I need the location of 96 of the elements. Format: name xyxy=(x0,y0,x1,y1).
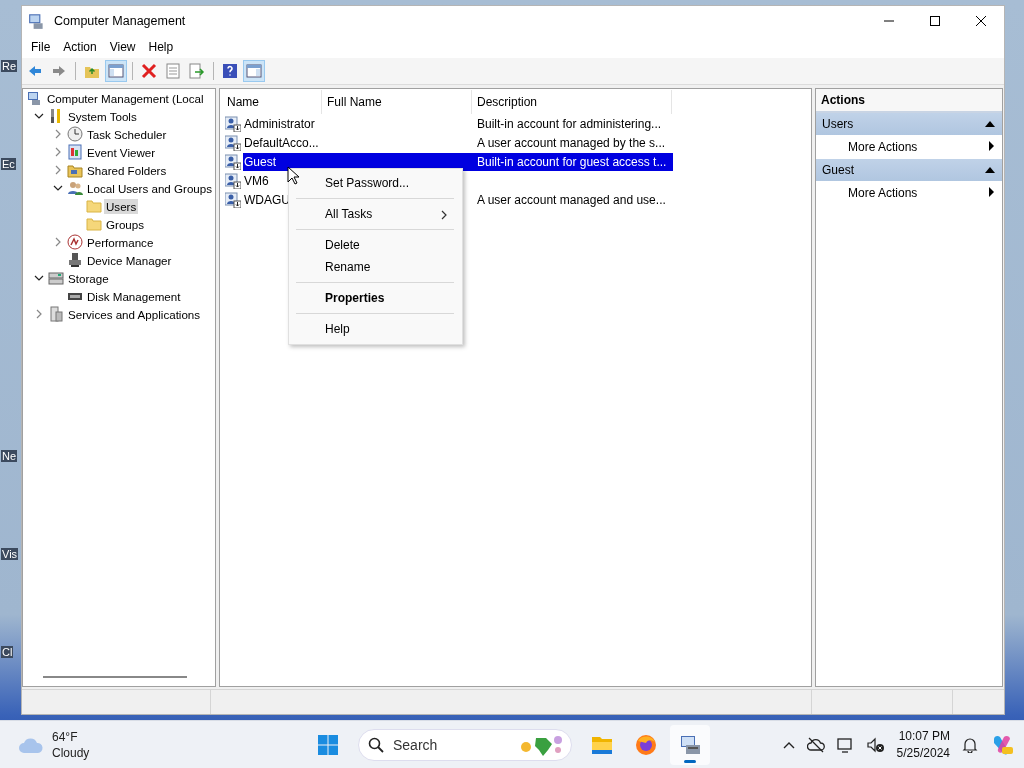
document-icon xyxy=(165,63,181,79)
computer-management-icon xyxy=(28,12,46,30)
tree-item[interactable]: Storage xyxy=(66,270,111,286)
windows-logo-icon xyxy=(316,732,340,757)
desktop-icon-label: Re xyxy=(1,60,18,72)
table-cell: VM6 xyxy=(243,173,269,188)
menu-item[interactable]: Help xyxy=(143,40,180,54)
tree-item[interactable]: Users xyxy=(104,198,139,214)
tree-item[interactable]: Task Scheduler xyxy=(85,126,169,142)
table-cell: DefaultAcco... xyxy=(243,135,319,150)
table-cell: Administrator xyxy=(243,116,315,131)
browser-icon xyxy=(634,732,658,757)
tree-pane-button[interactable] xyxy=(105,60,127,82)
log-icon xyxy=(67,144,83,160)
collapse-arrow-icon[interactable] xyxy=(985,121,995,127)
tree-item[interactable]: Disk Management xyxy=(85,288,183,304)
table-cell: Guest xyxy=(243,154,276,169)
clock-icon xyxy=(67,126,83,142)
weather-condition: Cloudy xyxy=(52,744,90,761)
table-cell: A user account managed by the s... xyxy=(477,135,666,150)
help-icon xyxy=(222,63,238,79)
tree-item[interactable]: System Tools xyxy=(66,108,139,124)
column-header[interactable]: Description xyxy=(472,90,672,114)
search-field[interactable]: Search xyxy=(358,728,572,761)
window-title: Computer Management xyxy=(54,14,186,28)
maximize-icon xyxy=(930,16,940,26)
menu-item[interactable]: View xyxy=(104,40,142,54)
section-title: Guest xyxy=(822,163,854,177)
folder-icon xyxy=(86,198,102,214)
computer-icon xyxy=(27,90,43,106)
section-title: Users xyxy=(822,117,854,131)
user-icon xyxy=(225,134,241,151)
menu-item[interactable]: Delete xyxy=(289,234,462,256)
bell-icon[interactable] xyxy=(962,736,978,753)
tree-pane-icon xyxy=(108,63,124,79)
table-cell: Built-in account for guest access t... xyxy=(477,154,667,169)
section-header[interactable]: Users xyxy=(816,113,1002,135)
pane-title: Actions xyxy=(816,89,1002,113)
tree-item[interactable]: Groups xyxy=(104,216,147,232)
search-icon xyxy=(368,736,384,753)
menu-item[interactable]: File xyxy=(26,40,57,54)
submenu-arrow-icon xyxy=(989,187,994,197)
desktop-icon-label: Cl xyxy=(1,646,14,658)
table-row[interactable]: Guest Built-in account for guest access t... xyxy=(243,152,673,171)
chevron-up-icon[interactable] xyxy=(782,740,795,749)
device-icon xyxy=(67,252,83,268)
back-arrow-icon xyxy=(27,63,43,79)
tree-item[interactable]: Shared Folders xyxy=(85,162,169,178)
gauge-icon xyxy=(67,234,83,250)
chevron-right-icon xyxy=(441,210,448,220)
section-header[interactable]: Guest xyxy=(816,159,1002,181)
table-cell: Built-in account for administering... xyxy=(477,116,662,131)
folder-icon xyxy=(86,216,102,232)
clock-date: 5/25/2024 xyxy=(896,744,950,762)
submenu-arrow-icon xyxy=(989,141,994,151)
menu-item[interactable]: Properties xyxy=(289,287,462,309)
desktop-icon-label: Ec xyxy=(1,158,16,170)
column-header[interactable]: Full Name xyxy=(322,90,472,114)
menu-item[interactable]: Rename xyxy=(289,256,462,278)
action-pane-button[interactable] xyxy=(243,60,265,82)
action-pane-icon xyxy=(246,63,262,79)
tree-item[interactable]: Computer Management (Local xyxy=(45,90,206,106)
desktop-icon-label: Ne xyxy=(1,450,18,462)
column-header[interactable]: Name xyxy=(222,90,322,114)
menu-item[interactable]: All Tasks xyxy=(289,203,462,225)
temperature: 64°F xyxy=(52,728,79,745)
storage-icon xyxy=(48,270,64,286)
services-icon xyxy=(48,306,64,322)
tree-item[interactable]: Event Viewer xyxy=(85,144,158,160)
tree-item[interactable]: Services and Applications xyxy=(66,306,203,322)
clock-time: 10:07 PM xyxy=(898,727,950,745)
cloud-offline-icon[interactable] xyxy=(806,736,825,753)
tree-item[interactable]: Device Manager xyxy=(85,252,174,268)
forward-arrow-icon xyxy=(51,63,67,79)
close-icon xyxy=(976,16,986,26)
menu-item[interactable]: Help xyxy=(289,318,462,340)
menu-item[interactable]: Action xyxy=(58,40,103,54)
shared-folder-icon xyxy=(67,162,83,178)
tree-item[interactable]: Local Users and Groups xyxy=(85,180,215,196)
user-icon xyxy=(225,115,241,132)
users-icon xyxy=(67,180,83,196)
computer-management-app-button[interactable] xyxy=(670,724,710,765)
collapse-arrow-icon[interactable] xyxy=(985,167,995,173)
action-link[interactable]: More Actions xyxy=(816,135,1002,159)
speaker-muted-icon[interactable] xyxy=(866,736,885,753)
desktop-icon-label: Vis xyxy=(1,548,19,560)
tree-item[interactable]: Performance xyxy=(85,234,156,250)
table-cell: A user account managed and use... xyxy=(477,192,666,207)
user-icon xyxy=(225,191,241,208)
export-icon xyxy=(189,63,205,79)
user-icon xyxy=(225,153,241,170)
delete-icon xyxy=(141,63,157,79)
user-icon xyxy=(225,172,241,189)
monitor-icon[interactable] xyxy=(836,736,855,753)
scrollbar-thumb[interactable] xyxy=(43,676,187,678)
action-link[interactable]: More Actions xyxy=(816,181,1002,205)
